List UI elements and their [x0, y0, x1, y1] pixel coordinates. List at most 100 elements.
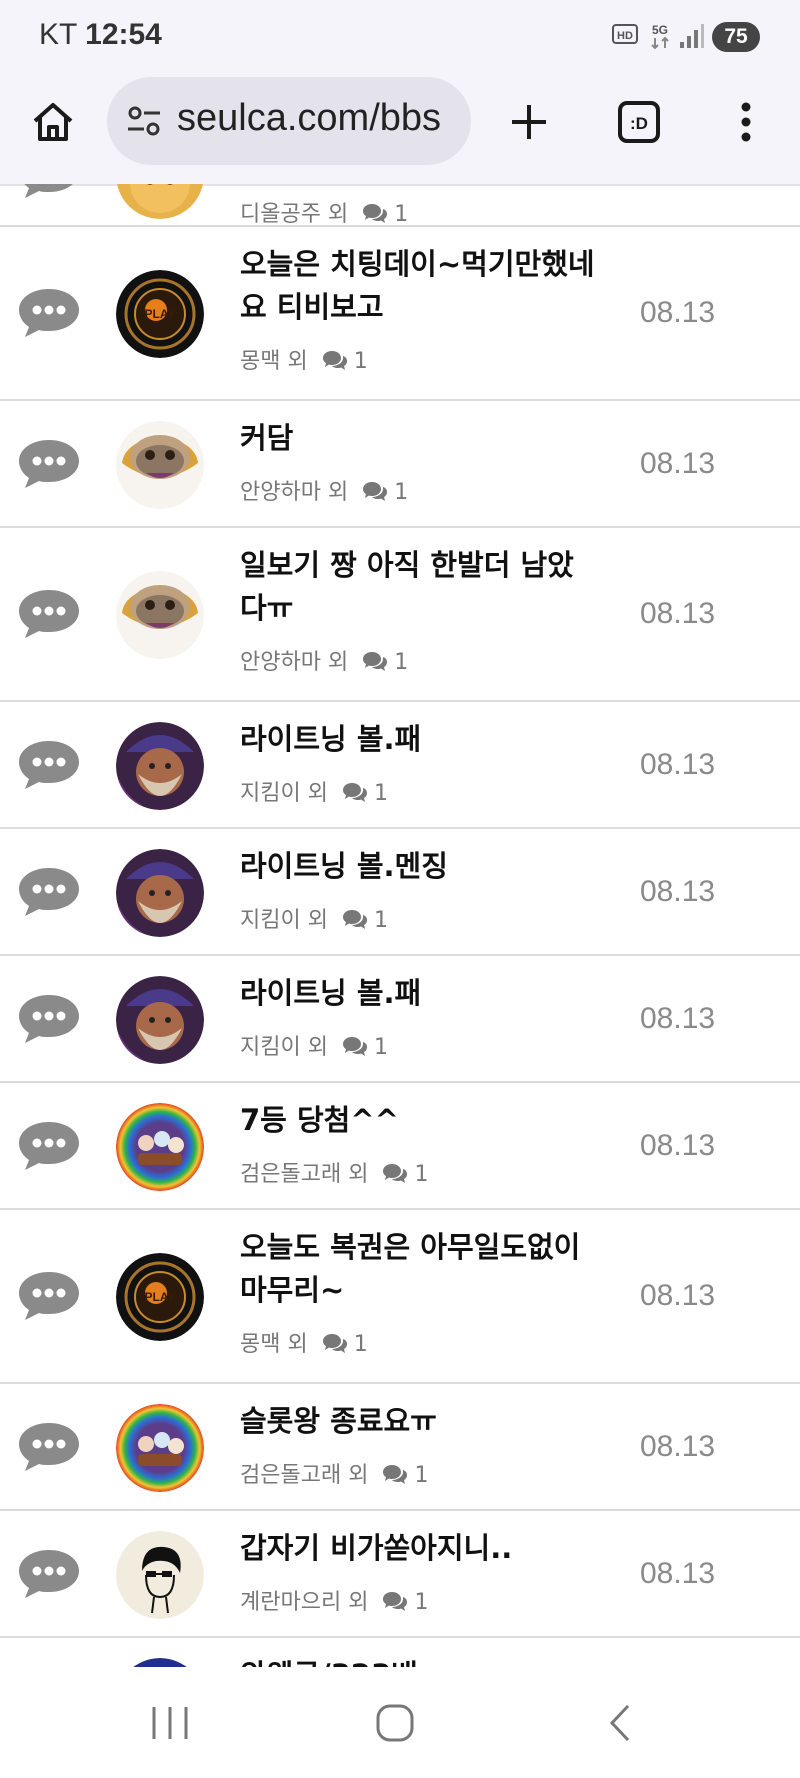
site-settings-icon[interactable] [126, 104, 162, 138]
comment-bubble-icon [17, 285, 81, 343]
author-avatar[interactable] [116, 848, 204, 937]
recent-apps-button[interactable] [120, 1667, 220, 1778]
comment-bubble-icon [17, 864, 81, 922]
author-avatar[interactable] [116, 571, 204, 659]
post-author[interactable]: 지킴이 외 [240, 908, 328, 933]
post-meta: 지킴이 외 1 [240, 902, 388, 936]
post-row[interactable]: 와웨곡/323배 [0, 1638, 800, 1667]
post-row[interactable]: 디올공주 외 1 [0, 184, 800, 227]
comment-bubble-icon [17, 1546, 81, 1604]
hd-badge: HD [617, 30, 633, 42]
address-bar[interactable]: seulca.com/bbs [107, 77, 471, 165]
comment-count-icon [342, 781, 368, 809]
post-date: 08.13 [640, 1279, 716, 1312]
post-author[interactable]: 검은돌고래 외 [240, 1463, 368, 1488]
post-author[interactable]: 계란마으리 외 [240, 1590, 368, 1615]
comment-count-icon [382, 1463, 408, 1491]
post-author[interactable]: 안양하마 외 [240, 480, 348, 505]
tabs-icon: :D [618, 101, 660, 143]
author-avatar[interactable]: PLAY [116, 270, 204, 358]
svg-text:PLAY: PLAY [145, 1290, 176, 1304]
post-date: 08.13 [640, 446, 716, 480]
author-avatar[interactable] [116, 420, 204, 509]
signal-icon [680, 24, 704, 48]
home-circle-icon [376, 1704, 414, 1741]
post-meta: 지킴이 외 1 [240, 1029, 388, 1063]
author-avatar[interactable]: PLAY [116, 1253, 204, 1341]
comment-bubble-icon [17, 991, 81, 1049]
status-time: KT 12:54 [39, 18, 162, 52]
home-icon [33, 103, 73, 141]
browser-menu-button[interactable] [718, 80, 774, 164]
recent-apps-icon [152, 1706, 188, 1739]
plus-icon [512, 105, 546, 139]
post-title[interactable]: 라이트닝 볼.패 [240, 972, 600, 1015]
post-title[interactable]: 와웨곡/323배 [240, 1654, 600, 1667]
post-title[interactable]: 라이트닝 볼.멘징 [240, 845, 600, 888]
post-meta: 지킴이 외 1 [240, 775, 388, 809]
post-title[interactable]: 오늘은 치팅데이~먹기만했네요 티비보고 [240, 243, 600, 329]
post-title[interactable]: 슬롯왕 종료요ㅠ [240, 1400, 600, 1443]
back-nav-button[interactable] [570, 1667, 670, 1778]
comment-count-icon [362, 650, 388, 678]
comment-count: 1 [414, 1162, 429, 1187]
author-avatar[interactable] [116, 975, 204, 1064]
home-button[interactable] [20, 80, 86, 164]
post-author[interactable]: 몽맥 외 [240, 349, 308, 374]
hd-voice-icon: HD [612, 24, 638, 44]
post-meta: 계란마으리 외 1 [240, 1584, 428, 1618]
battery-indicator: 75 [712, 22, 760, 52]
author-avatar[interactable] [116, 1403, 204, 1492]
author-avatar[interactable] [116, 184, 204, 219]
comment-count: 1 [373, 1035, 388, 1060]
comment-count: 1 [373, 781, 388, 806]
post-row[interactable]: 라이트닝 볼.패 지킴이 외 1 08.13 [0, 702, 800, 829]
post-date: 08.13 [640, 1429, 716, 1463]
post-row[interactable]: PLAY 오늘도 복권은 아무일도없이 마무리~ 몽맥 외 1 08.13 [0, 1210, 800, 1384]
post-title[interactable]: 7등 당첨^^ [240, 1099, 600, 1142]
comment-bubble-icon [17, 586, 81, 644]
carrier-label: KT [39, 18, 77, 51]
post-row[interactable]: 7등 당첨^^ 검은돌고래 외 1 08.13 [0, 1083, 800, 1210]
comment-count-icon [342, 908, 368, 936]
post-author[interactable]: 지킴이 외 [240, 781, 328, 806]
post-title[interactable]: 오늘도 복권은 아무일도없이 마무리~ [240, 1226, 600, 1312]
author-avatar[interactable] [116, 1530, 204, 1619]
post-row[interactable]: 일보기 짱 아직 한발더 남았다ㅠ 안양하마 외 1 08.13 [0, 528, 800, 702]
post-row[interactable]: 슬롯왕 종료요ㅠ 검은돌고래 외 1 08.13 [0, 1384, 800, 1511]
post-meta: 몽맥 외 1 [240, 1326, 368, 1360]
post-row[interactable]: 갑자기 비가쏟아지니.. 계란마으리 외 1 08.13 [0, 1511, 800, 1638]
post-date: 08.13 [640, 1001, 716, 1035]
network-label: 5G [652, 23, 668, 37]
post-title[interactable]: 갑자기 비가쏟아지니.. [240, 1527, 600, 1570]
back-chevron-icon [609, 1704, 630, 1741]
post-title[interactable]: 커담 [240, 417, 600, 460]
post-date: 08.13 [640, 874, 716, 908]
new-tab-button[interactable] [496, 80, 562, 164]
post-date: 08.13 [640, 1128, 716, 1162]
post-author[interactable]: 몽맥 외 [240, 1332, 308, 1357]
post-date: 08.13 [640, 1556, 716, 1590]
post-row[interactable]: PLAY 오늘은 치팅데이~먹기만했네요 티비보고 몽맥 외 1 08.13 [0, 227, 800, 401]
post-author[interactable]: 검은돌고래 외 [240, 1162, 368, 1187]
author-avatar[interactable] [116, 1102, 204, 1191]
author-avatar[interactable] [116, 1657, 204, 1667]
post-meta: 안양하마 외 1 [240, 644, 408, 678]
post-row[interactable]: 라이트닝 볼.패지킴이 외 1 08.13 [0, 956, 800, 1083]
comment-count-icon [322, 1332, 348, 1360]
tab-switcher-button[interactable]: :D [604, 80, 674, 164]
post-author[interactable]: 안양하마 외 [240, 650, 348, 675]
post-title[interactable]: 일보기 짱 아직 한발더 남았다ㅠ [240, 544, 600, 630]
svg-text:PLAY: PLAY [145, 307, 176, 321]
post-title[interactable]: 라이트닝 볼.패 [240, 718, 600, 761]
home-nav-button[interactable] [345, 1667, 445, 1778]
post-author[interactable]: 지킴이 외 [240, 1035, 328, 1060]
post-row[interactable]: 커담안양하마 외 1 08.13 [0, 401, 800, 528]
comment-count-icon [362, 202, 388, 230]
post-author[interactable]: 디올공주 외 [240, 202, 348, 227]
5g-icon: 5G [651, 23, 669, 50]
post-meta: 안양하마 외 1 [240, 474, 408, 508]
author-avatar[interactable] [116, 721, 204, 810]
clock: 12:54 [85, 18, 162, 51]
post-row[interactable]: 라이트닝 볼.멘징지킴이 외 1 08.13 [0, 829, 800, 956]
